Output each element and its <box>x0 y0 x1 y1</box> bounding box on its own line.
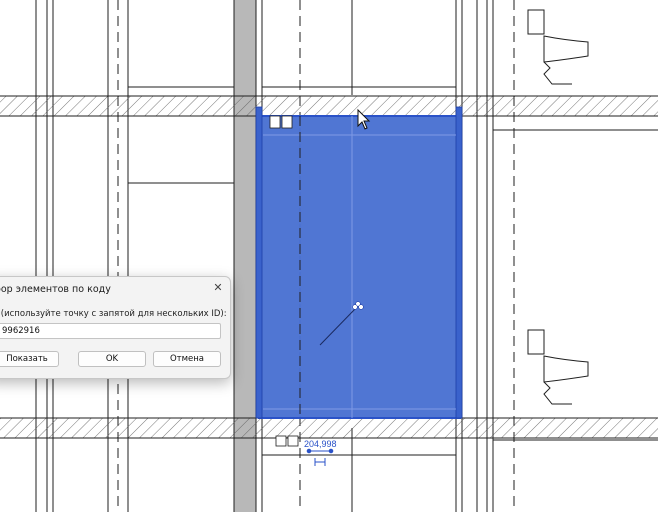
dimension-line <box>306 448 334 466</box>
drawing-canvas[interactable]: 204,998 <box>0 0 658 512</box>
floor-slab-bottom <box>0 417 658 439</box>
floor-slab-top <box>0 95 658 117</box>
select-by-id-dialog: бор элементов по коду ✕ - (используйте т… <box>0 276 231 379</box>
show-button[interactable]: Показать <box>0 351 59 367</box>
dimension-value[interactable]: 204,998 <box>304 439 337 449</box>
ok-button[interactable]: OK <box>78 351 146 367</box>
toilet-icon <box>527 329 589 405</box>
close-icon[interactable]: ✕ <box>209 280 227 296</box>
selected-element[interactable] <box>255 106 463 419</box>
id-field-label: - (используйте точку с запятой для неско… <box>0 309 227 319</box>
cancel-button[interactable]: Отмена <box>153 351 221 367</box>
toilet-icon <box>527 9 589 85</box>
id-input[interactable] <box>0 323 221 339</box>
dialog-title: бор элементов по коду <box>0 284 111 295</box>
